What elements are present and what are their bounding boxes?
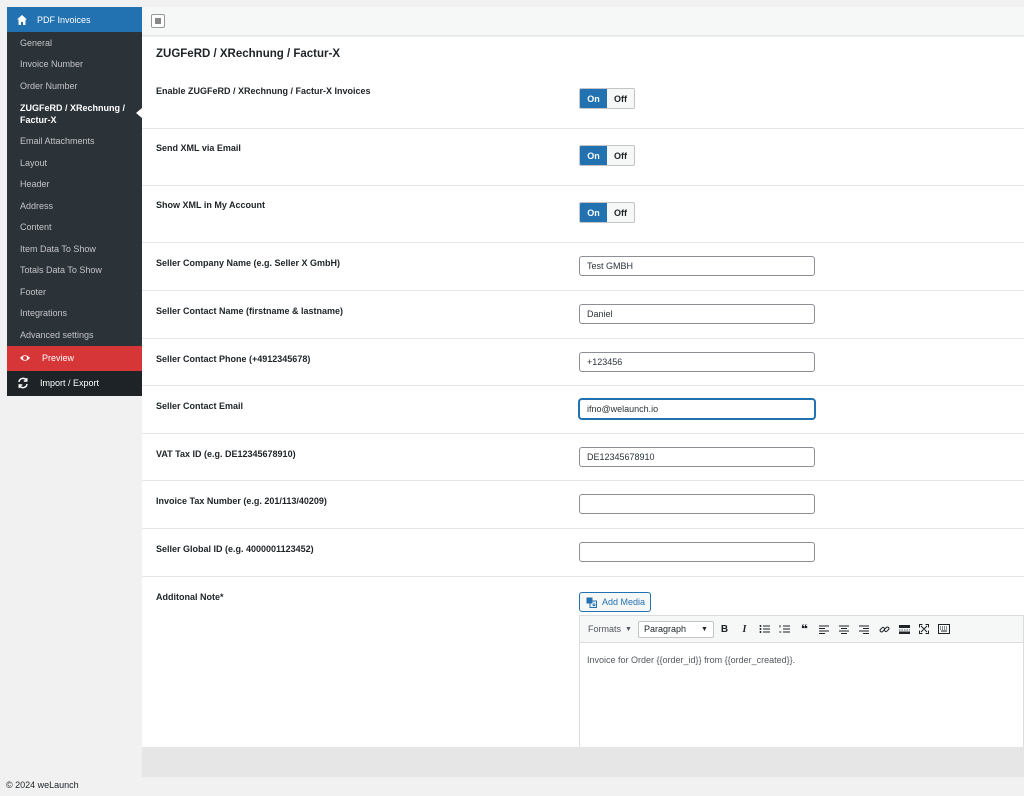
contact-email-label: Seller Contact Email (156, 401, 244, 411)
tax-number-label: Invoice Tax Number (e.g. 201/113/40209) (156, 496, 327, 506)
align-right-icon[interactable] (855, 620, 874, 639)
formats-label: Formats (588, 624, 622, 634)
sidebar-item-invoice-number[interactable]: Invoice Number (7, 54, 142, 76)
company-name-input[interactable] (579, 256, 815, 276)
screen-options-icon[interactable] (151, 14, 165, 28)
contact-phone-label: Seller Contact Phone (+4912345678) (156, 354, 311, 364)
setting-row-show-xml: Show XML in My Account On Off (142, 186, 1024, 243)
sidebar-item-import-export[interactable]: Import / Export (7, 370, 142, 396)
setting-row-vat-id: VAT Tax ID (e.g. DE12345678910) (142, 434, 1024, 481)
settings-sidebar: PDF Invoices General Invoice Number Orde… (7, 7, 142, 396)
vat-id-input[interactable] (579, 447, 815, 467)
enable-label: Enable ZUGFeRD / XRechnung / Factur-X In… (156, 86, 371, 96)
sidebar-item-preview[interactable]: Preview (7, 345, 142, 371)
paragraph-label: Paragraph (643, 624, 686, 634)
setting-row-global-id: Seller Global ID (e.g. 4000001123452) (142, 529, 1024, 577)
tax-number-input[interactable] (579, 494, 815, 514)
refresh-icon (17, 377, 29, 389)
chevron-down-icon: ▼ (701, 625, 708, 633)
show-xml-label: Show XML in My Account (156, 200, 266, 210)
global-id-label: Seller Global ID (e.g. 4000001123452) (156, 544, 314, 554)
settings-panel: ZUGFeRD / XRechnung / Factur-X Enable ZU… (142, 37, 1024, 760)
contact-phone-input[interactable] (579, 352, 815, 372)
sidebar-item-header[interactable]: Header (7, 174, 142, 196)
note-editor: Formats ▼ Paragraph ▼ B I ❝ Invoice for … (579, 615, 1024, 760)
sidebar-item-footer[interactable]: Footer (7, 281, 142, 303)
link-icon[interactable] (875, 620, 894, 639)
media-icon (586, 597, 597, 608)
paragraph-select[interactable]: Paragraph ▼ (637, 620, 714, 638)
setting-row-contact-email: Seller Contact Email (142, 386, 1024, 434)
italic-icon[interactable]: I (735, 620, 754, 639)
editor-toolbar: Formats ▼ Paragraph ▼ B I ❝ (580, 616, 1023, 643)
add-media-label: Add Media (602, 597, 646, 607)
editor-content[interactable]: Invoice for Order {{order_id}} from {{or… (580, 643, 1023, 733)
panel-footer-area (142, 747, 1024, 777)
note-label: Additonal Note* (156, 592, 224, 602)
show-xml-toggle-off[interactable]: Off (607, 203, 634, 222)
sidebar-item-order-number[interactable]: Order Number (7, 75, 142, 97)
contact-name-input[interactable] (579, 304, 815, 324)
enable-toggle-on[interactable]: On (580, 89, 607, 108)
top-toolbar (142, 7, 1024, 36)
bold-icon[interactable]: B (715, 620, 734, 639)
contact-email-input[interactable] (579, 399, 815, 419)
sidebar-item-advanced-settings[interactable]: Advanced settings (7, 324, 142, 346)
send-xml-label: Send XML via Email (156, 143, 241, 153)
chevron-down-icon: ▼ (625, 625, 632, 633)
sidebar-item-import-export-label: Import / Export (40, 378, 100, 388)
vat-id-label: VAT Tax ID (e.g. DE12345678910) (156, 449, 296, 459)
read-more-icon[interactable] (895, 620, 914, 639)
company-name-label: Seller Company Name (e.g. Seller X GmbH) (156, 258, 341, 268)
setting-row-company-name: Seller Company Name (e.g. Seller X GmbH) (142, 243, 1024, 291)
align-left-icon[interactable] (815, 620, 834, 639)
sidebar-item-content[interactable]: Content (7, 217, 142, 239)
setting-row-send-xml: Send XML via Email On Off (142, 129, 1024, 186)
align-center-icon[interactable] (835, 620, 854, 639)
toolbar-toggle-icon[interactable] (935, 620, 954, 639)
send-xml-toggle[interactable]: On Off (579, 145, 635, 166)
sidebar-header-label: PDF Invoices (37, 14, 91, 25)
setting-row-contact-name: Seller Contact Name (firstname & lastnam… (142, 291, 1024, 339)
enable-toggle-off[interactable]: Off (607, 89, 634, 108)
show-xml-toggle[interactable]: On Off (579, 202, 635, 223)
show-xml-toggle-on[interactable]: On (580, 203, 607, 222)
formats-dropdown[interactable]: Formats ▼ (588, 624, 632, 634)
sidebar-item-preview-label: Preview (42, 353, 75, 363)
sidebar-item-address[interactable]: Address (7, 195, 142, 217)
setting-row-tax-number: Invoice Tax Number (e.g. 201/113/40209) (142, 481, 1024, 529)
sidebar-item-general[interactable]: General (7, 32, 142, 54)
sidebar-item-totals-data[interactable]: Totals Data To Show (7, 260, 142, 282)
send-xml-toggle-off[interactable]: Off (607, 146, 634, 165)
home-icon (16, 14, 28, 26)
copyright-footer: © 2024 weLaunch (6, 780, 79, 790)
sidebar-item-email-attachments[interactable]: Email Attachments (7, 131, 142, 153)
sidebar-item-zugferd[interactable]: ZUGFeRD / XRechnung / Factur-X (7, 97, 142, 131)
contact-name-label: Seller Contact Name (firstname & lastnam… (156, 306, 344, 316)
sidebar-item-integrations[interactable]: Integrations (7, 303, 142, 325)
blockquote-icon[interactable]: ❝ (795, 620, 814, 639)
fullscreen-icon[interactable] (915, 620, 934, 639)
add-media-button[interactable]: Add Media (579, 592, 651, 612)
sidebar-item-layout[interactable]: Layout (7, 152, 142, 174)
enable-toggle[interactable]: On Off (579, 88, 635, 109)
global-id-input[interactable] (579, 542, 815, 562)
setting-row-enable: Enable ZUGFeRD / XRechnung / Factur-X In… (142, 75, 1024, 129)
numbered-list-icon[interactable] (775, 620, 794, 639)
bullet-list-icon[interactable] (755, 620, 774, 639)
setting-row-contact-phone: Seller Contact Phone (+4912345678) (142, 339, 1024, 386)
sidebar-item-item-data[interactable]: Item Data To Show (7, 238, 142, 260)
send-xml-toggle-on[interactable]: On (580, 146, 607, 165)
eye-icon (19, 352, 31, 364)
page-title: ZUGFeRD / XRechnung / Factur-X (156, 48, 341, 60)
sidebar-header[interactable]: PDF Invoices (7, 7, 142, 32)
